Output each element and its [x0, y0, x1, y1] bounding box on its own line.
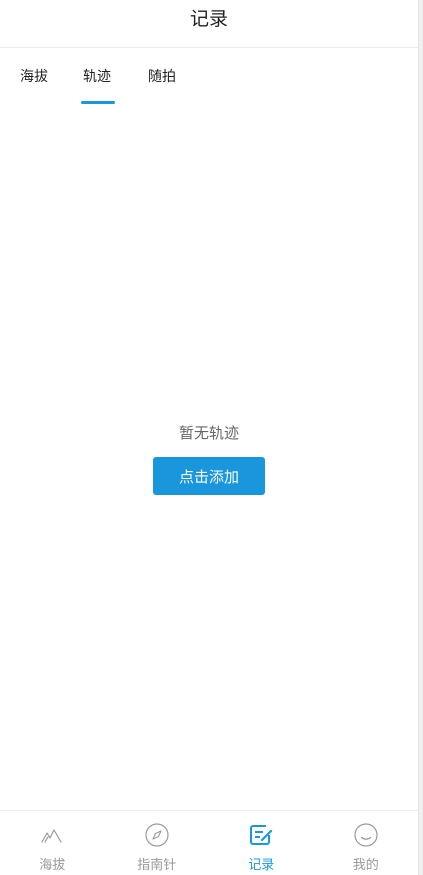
bottom-tabbar: 海拔 指南针 记录 我的 [0, 810, 418, 875]
smile-icon [354, 823, 378, 847]
add-track-button[interactable]: 点击添加 [153, 457, 265, 495]
scrollbar-track [418, 0, 423, 875]
tabbar-item-profile[interactable]: 我的 [314, 811, 419, 875]
top-tabs: 海拔 轨迹 随拍 [0, 48, 418, 106]
tabbar-label: 海拔 [39, 858, 66, 873]
tabbar-label: 我的 [352, 858, 379, 873]
tab-active-indicator [81, 101, 115, 104]
tabbar-item-altitude[interactable]: 海拔 [0, 811, 105, 875]
empty-state: 暂无轨迹 点击添加 [0, 420, 418, 495]
compass-icon [145, 823, 169, 847]
tabbar-item-compass[interactable]: 指南针 [105, 811, 210, 875]
tab-track[interactable]: 轨迹 [83, 66, 111, 86]
tabbar-item-record[interactable]: 记录 [209, 811, 314, 875]
mountain-icon [41, 829, 62, 843]
tabbar-label: 指南针 [137, 858, 177, 873]
tab-photo[interactable]: 随拍 [148, 66, 176, 86]
empty-message: 暂无轨迹 [178, 424, 239, 442]
tab-altitude[interactable]: 海拔 [20, 66, 48, 86]
app-screen: 记录 海拔 轨迹 随拍 暂无轨迹 点击添加 海拔 指南针 记录 我的 [0, 0, 423, 875]
edit-note-icon [250, 825, 273, 845]
tabbar-label: 记录 [248, 858, 275, 873]
header-bar: 记录 [0, 0, 418, 48]
page-title: 记录 [189, 8, 228, 30]
